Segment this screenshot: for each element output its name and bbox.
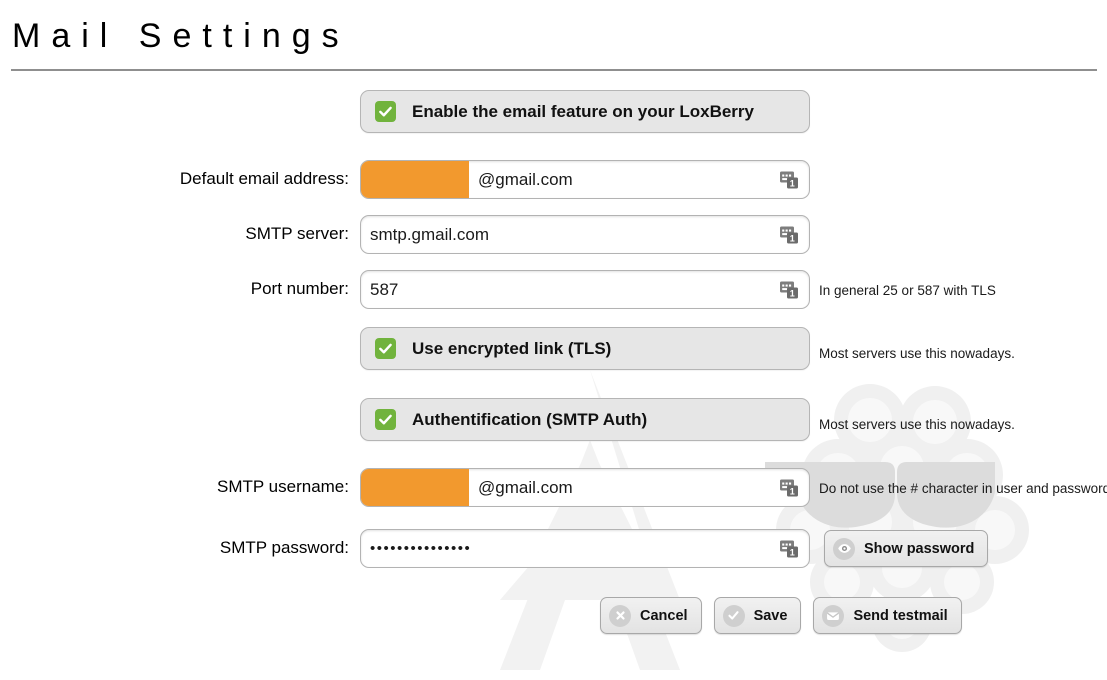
redaction-block-smtp-username [361, 469, 469, 506]
tls-label: Use encrypted link (TLS) [412, 338, 612, 358]
port-number-label: Port number: [250, 279, 349, 298]
mail-settings-form: Enable the email feature on your LoxBerr… [0, 0, 1107, 655]
tls-checkbox-row[interactable]: Use encrypted link (TLS) [360, 327, 810, 370]
1password-autofill-icon[interactable]: 1 [780, 539, 799, 558]
default-email-input[interactable]: @gmail.com 1 [360, 160, 810, 199]
svg-text:1: 1 [790, 288, 795, 298]
smtp-username-hint: Do not use the # character in user and p… [819, 481, 1107, 496]
smtp-server-value: smtp.gmail.com [370, 225, 490, 244]
show-password-button[interactable]: Show password [824, 530, 989, 567]
eye-icon [833, 537, 855, 560]
1password-autofill-icon[interactable]: 1 [780, 170, 799, 189]
enable-email-feature-checkbox-row[interactable]: Enable the email feature on your LoxBerr… [360, 90, 810, 133]
1password-autofill-icon[interactable]: 1 [780, 280, 799, 299]
checkbox-checked-icon[interactable] [375, 101, 396, 122]
smtp-auth-label: Authentification (SMTP Auth) [412, 409, 648, 429]
enable-email-feature-label: Enable the email feature on your LoxBerr… [412, 101, 754, 121]
default-email-label: Default email address: [179, 169, 349, 188]
envelope-icon [822, 604, 845, 627]
svg-text:1: 1 [790, 233, 795, 243]
form-action-bar: Cancel Save Send testmail [600, 597, 962, 634]
smtp-username-label: SMTP username: [217, 477, 349, 496]
send-testmail-label: Send testmail [853, 607, 948, 624]
1password-autofill-icon[interactable]: 1 [780, 478, 799, 497]
cancel-button[interactable]: Cancel [600, 597, 702, 634]
smtp-server-input[interactable]: smtp.gmail.com 1 [360, 215, 810, 254]
smtp-server-label: SMTP server: [245, 224, 349, 243]
checkbox-checked-icon[interactable] [375, 409, 396, 430]
smtp-auth-hint: Most servers use this nowadays. [819, 417, 1015, 432]
smtp-password-value: ••••••••••••••• [370, 540, 472, 557]
checkbox-checked-icon[interactable] [375, 338, 396, 359]
svg-text:1: 1 [790, 178, 795, 188]
smtp-password-label: SMTP password: [219, 538, 349, 557]
tls-hint: Most servers use this nowadays. [819, 346, 1015, 361]
port-number-input[interactable]: 587 1 [360, 270, 810, 309]
x-circle-icon [609, 604, 631, 627]
check-circle-icon [722, 604, 745, 627]
send-testmail-button[interactable]: Send testmail [813, 597, 962, 634]
svg-text:1: 1 [790, 486, 795, 496]
redaction-block-default-email [361, 161, 469, 198]
port-number-hint: In general 25 or 587 with TLS [819, 283, 996, 298]
1password-autofill-icon[interactable]: 1 [780, 225, 799, 244]
port-number-value: 587 [370, 280, 399, 299]
svg-text:1: 1 [790, 547, 795, 557]
save-label: Save [753, 607, 788, 624]
save-button[interactable]: Save [713, 597, 802, 634]
show-password-label: Show password [864, 540, 975, 557]
smtp-auth-checkbox-row[interactable]: Authentification (SMTP Auth) [360, 398, 810, 441]
smtp-password-input[interactable]: ••••••••••••••• 1 [360, 529, 810, 568]
smtp-username-input[interactable]: @gmail.com 1 [360, 468, 810, 507]
cancel-label: Cancel [640, 607, 688, 624]
